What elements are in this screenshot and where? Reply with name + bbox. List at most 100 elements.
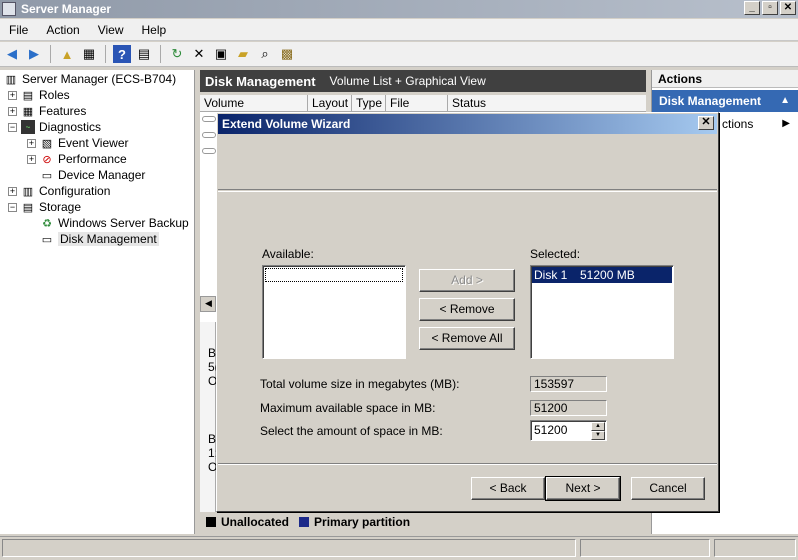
tree-label-features: Features bbox=[39, 104, 87, 118]
tree-node-root[interactable]: ▥ Server Manager (ECS-B704) bbox=[4, 71, 176, 87]
legend-primary-partition: Primary partition bbox=[314, 515, 411, 529]
collapse-icon[interactable]: − bbox=[8, 202, 17, 212]
expand-icon[interactable]: + bbox=[27, 154, 36, 164]
collapse-icon[interactable]: − bbox=[8, 122, 17, 132]
tree-label-event-viewer: Event Viewer bbox=[58, 136, 129, 150]
tree-node-features[interactable]: + ▦ Features bbox=[8, 103, 86, 119]
up-folder-icon[interactable]: ▲ bbox=[58, 45, 76, 63]
next-button[interactable]: Next > bbox=[545, 476, 621, 501]
diagnostics-icon: ~ bbox=[21, 120, 35, 134]
back-arrow-icon[interactable]: ◀ bbox=[3, 45, 21, 63]
selected-list[interactable]: Disk 1 51200 MB bbox=[530, 265, 674, 359]
restore-button[interactable]: ▫ bbox=[762, 1, 778, 15]
collapse-arrow-icon[interactable]: ▲ bbox=[780, 90, 790, 112]
column-volume[interactable]: Volume bbox=[200, 95, 308, 111]
available-label: Available: bbox=[262, 247, 314, 261]
server-manager-icon bbox=[2, 2, 16, 16]
available-list-focus-row[interactable] bbox=[265, 268, 403, 282]
refresh-icon[interactable]: ↻ bbox=[168, 45, 186, 63]
storage-icon: ▤ bbox=[22, 201, 34, 214]
backup-icon: ♻ bbox=[42, 217, 52, 230]
forward-arrow-icon[interactable]: ▶ bbox=[25, 45, 43, 63]
menu-help[interactable]: Help bbox=[133, 23, 176, 37]
max-space-value: 51200 bbox=[530, 400, 607, 416]
spin-up-icon[interactable]: ▲ bbox=[591, 422, 605, 431]
dialog-title-bar: Extend Volume Wizard ✕ bbox=[218, 114, 717, 134]
tree-label-disk-management: Disk Management bbox=[58, 232, 159, 246]
tree-node-diagnostics[interactable]: − ~ Diagnostics bbox=[8, 119, 101, 135]
tree-node-disk-management[interactable]: ▭ Disk Management bbox=[40, 231, 159, 247]
volume-row-icon bbox=[202, 132, 216, 138]
tree-node-roles[interactable]: + ▤ Roles bbox=[8, 87, 70, 103]
column-status[interactable]: Status bbox=[448, 95, 644, 111]
available-list[interactable] bbox=[262, 265, 406, 359]
properties-icon[interactable]: ▣ bbox=[212, 45, 230, 63]
disk-properties-icon[interactable]: ▩ bbox=[278, 45, 296, 63]
remove-button[interactable]: < Remove bbox=[419, 298, 515, 321]
close-button[interactable]: ✕ bbox=[780, 1, 796, 15]
expand-icon[interactable]: + bbox=[8, 186, 17, 196]
total-size-value: 153597 bbox=[530, 376, 607, 392]
column-file-system[interactable]: File System bbox=[386, 95, 448, 126]
disk-legend: Unallocated Primary partition bbox=[200, 512, 646, 532]
expand-icon[interactable]: + bbox=[8, 106, 17, 116]
show-hide-tree-icon[interactable]: ▦ bbox=[80, 45, 98, 63]
actions-section-disk-management[interactable]: Disk Management ▲ bbox=[652, 90, 798, 112]
dialog-close-button[interactable]: ✕ bbox=[698, 116, 714, 130]
status-segment bbox=[580, 539, 710, 557]
roles-icon: ▤ bbox=[22, 89, 34, 102]
selected-disk-name: Disk 1 bbox=[534, 268, 568, 282]
status-bar bbox=[0, 536, 798, 560]
volume-list-header: Volume Layout Type File System Status bbox=[200, 95, 646, 126]
configuration-icon: ▥ bbox=[22, 185, 34, 198]
device-manager-icon: ▭ bbox=[41, 169, 53, 182]
tree-node-device-manager[interactable]: ▭ Device Manager bbox=[40, 167, 146, 183]
extend-volume-wizard-dialog: Extend Volume Wizard ✕ Available: Add > … bbox=[216, 112, 719, 512]
center-pane-header: Disk Management Volume List + Graphical … bbox=[200, 70, 646, 92]
search-icon[interactable]: ⌕ bbox=[256, 45, 274, 63]
show-hide-action-pane-icon[interactable]: ▤ bbox=[135, 45, 153, 63]
tree-node-storage[interactable]: − ▤ Storage bbox=[8, 199, 81, 215]
amount-value[interactable]: 51200 bbox=[534, 423, 567, 437]
add-button[interactable]: Add > bbox=[419, 269, 515, 292]
navigation-tree: ▥ Server Manager (ECS-B704) + ▤ Roles + … bbox=[0, 70, 195, 534]
status-segment bbox=[714, 539, 796, 557]
dialog-header-divider bbox=[218, 191, 717, 192]
column-type[interactable]: Type bbox=[352, 95, 386, 111]
title-bar: Server Manager _ ▫ ✕ bbox=[0, 0, 798, 18]
actions-section-label: Disk Management bbox=[659, 94, 762, 108]
amount-spinner[interactable]: 51200 ▲ ▼ bbox=[530, 420, 607, 441]
open-folder-icon[interactable]: ▰ bbox=[234, 45, 252, 63]
server-icon: ▥ bbox=[5, 73, 17, 86]
toolbar-separator bbox=[105, 45, 106, 63]
menu-action[interactable]: Action bbox=[37, 23, 88, 37]
remove-all-button[interactable]: < Remove All bbox=[419, 327, 515, 350]
dialog-header-area bbox=[218, 134, 717, 190]
tree-node-event-viewer[interactable]: + ▧ Event Viewer bbox=[27, 135, 128, 151]
help-icon[interactable]: ? bbox=[113, 45, 131, 63]
window-title: Server Manager bbox=[21, 2, 112, 16]
tree-node-windows-server-backup[interactable]: ♻ Windows Server Backup bbox=[40, 215, 189, 231]
unallocated-swatch bbox=[206, 517, 216, 527]
disk-management-icon: ▭ bbox=[41, 233, 53, 246]
column-layout[interactable]: Layout bbox=[308, 95, 352, 111]
delete-icon[interactable]: ✕ bbox=[190, 45, 208, 63]
spin-down-icon[interactable]: ▼ bbox=[591, 431, 605, 440]
more-actions-label: ctions bbox=[722, 117, 754, 131]
selected-disk-row[interactable]: Disk 1 51200 MB bbox=[532, 267, 672, 283]
menu-file[interactable]: File bbox=[0, 23, 37, 37]
scroll-left-button[interactable]: ◀ bbox=[200, 296, 216, 312]
back-button[interactable]: < Back bbox=[471, 477, 545, 500]
tree-node-performance[interactable]: + ⊘ Performance bbox=[27, 151, 127, 167]
tree-label-roles: Roles bbox=[39, 88, 70, 102]
minimize-button[interactable]: _ bbox=[744, 1, 760, 15]
disk-label-strip: Ba 5( O Ba 1; O bbox=[200, 322, 223, 512]
expand-icon[interactable]: + bbox=[27, 138, 36, 148]
selected-label: Selected: bbox=[530, 247, 581, 261]
toolbar-separator bbox=[50, 45, 51, 63]
dialog-title: Extend Volume Wizard bbox=[222, 117, 351, 131]
cancel-button[interactable]: Cancel bbox=[631, 477, 705, 500]
tree-node-configuration[interactable]: + ▥ Configuration bbox=[8, 183, 110, 199]
expand-icon[interactable]: + bbox=[8, 90, 17, 100]
menu-view[interactable]: View bbox=[89, 23, 133, 37]
